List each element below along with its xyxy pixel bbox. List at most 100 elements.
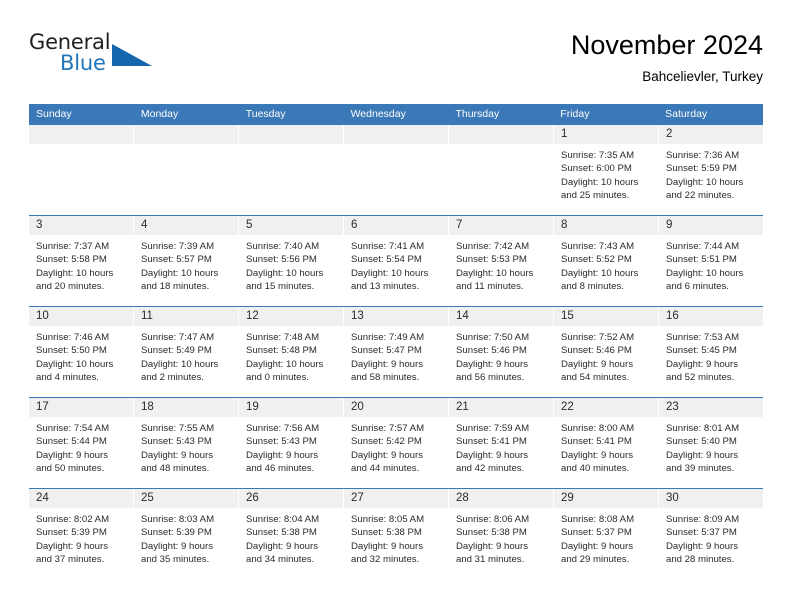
logo-triangle-icon	[112, 44, 152, 66]
calendar-day-cell[interactable]: 10 Sunrise: 7:46 AM Sunset: 5:50 PM Dayligh…	[29, 307, 134, 397]
calendar-day-cell[interactable]: 6 Sunrise: 7:41 AM Sunset: 5:54 PM Daylight…	[344, 216, 449, 306]
daylight-text-line1: Daylight: 9 hours	[351, 540, 423, 552]
calendar-day-cell[interactable]: 25 Sunrise: 8:03 AM Sunset: 5:39 PM Dayligh…	[134, 489, 239, 579]
daylight-text-line1: Daylight: 10 hours	[666, 267, 744, 279]
day-cell-header	[134, 125, 238, 144]
day-number: 16	[666, 310, 679, 322]
calendar-day-cell[interactable]: 2 Sunrise: 7:36 AM Sunset: 5:59 PM Daylight…	[659, 125, 763, 215]
sunrise-text: Sunrise: 7:44 AM	[666, 241, 740, 252]
day-cell-body: Sunrise: 7:36 AM Sunset: 5:59 PM Daylight:…	[659, 144, 763, 203]
sunrise-text: Sunrise: 7:57 AM	[351, 423, 425, 434]
sunrise-text: Sunrise: 7:46 AM	[36, 332, 110, 343]
sunrise-text: Sunrise: 7:47 AM	[141, 332, 215, 343]
calendar-day-cell[interactable]: 19 Sunrise: 7:56 AM Sunset: 5:43 PM Dayligh…	[239, 398, 344, 488]
day-cell-header	[659, 125, 763, 144]
day-number: 22	[561, 401, 574, 413]
daylight-text-line2: and 42 minutes.	[456, 463, 525, 475]
day-cell-body: Sunrise: 7:59 AM Sunset: 5:41 PM Daylight:…	[449, 417, 553, 476]
day-cell-header	[554, 125, 658, 144]
calendar-day-cell[interactable]: 5 Sunrise: 7:40 AM Sunset: 5:56 PM Daylight…	[239, 216, 344, 306]
calendar-day-cell[interactable]: 7 Sunrise: 7:42 AM Sunset: 5:53 PM Daylight…	[449, 216, 554, 306]
calendar-day-cell[interactable]: 13 Sunrise: 7:49 AM Sunset: 5:47 PM Dayligh…	[344, 307, 449, 397]
day-cell-header	[239, 125, 343, 144]
calendar-day-cell-empty	[134, 125, 239, 215]
calendar-day-cell[interactable]: 21 Sunrise: 7:59 AM Sunset: 5:41 PM Dayligh…	[449, 398, 554, 488]
daylight-text-line2: and 6 minutes.	[666, 281, 729, 293]
daylight-text-line2: and 35 minutes.	[141, 554, 210, 566]
day-cell-header	[449, 125, 553, 144]
daylight-text-line2: and 58 minutes.	[351, 372, 420, 384]
daylight-text-line2: and 15 minutes.	[246, 281, 315, 293]
calendar-day-cell[interactable]: 8 Sunrise: 7:43 AM Sunset: 5:52 PM Daylight…	[554, 216, 659, 306]
day-cell-body: Sunrise: 7:43 AM Sunset: 5:52 PM Daylight:…	[554, 235, 658, 294]
day-cell-body: Sunrise: 7:41 AM Sunset: 5:54 PM Daylight:…	[344, 235, 448, 294]
daylight-text-line2: and 18 minutes.	[141, 281, 210, 293]
daylight-text-line1: Daylight: 9 hours	[456, 540, 528, 552]
daylight-text-line2: and 22 minutes.	[666, 190, 735, 202]
daylight-text-line1: Daylight: 10 hours	[141, 267, 219, 279]
weekday-header-saturday: Saturday	[665, 108, 708, 120]
calendar-day-cell[interactable]: 12 Sunrise: 7:48 AM Sunset: 5:48 PM Dayligh…	[239, 307, 344, 397]
day-cell-body: Sunrise: 8:00 AM Sunset: 5:41 PM Daylight:…	[554, 417, 658, 476]
daylight-text-line2: and 2 minutes.	[141, 372, 204, 384]
sunset-text: Sunset: 5:54 PM	[351, 254, 422, 266]
sunrise-text: Sunrise: 7:53 AM	[666, 332, 740, 343]
sunrise-text: Sunrise: 7:49 AM	[351, 332, 425, 343]
calendar-day-cell[interactable]: 27 Sunrise: 8:05 AM Sunset: 5:38 PM Dayligh…	[344, 489, 449, 579]
daylight-text-line2: and 20 minutes.	[36, 281, 105, 293]
sunrise-text: Sunrise: 8:00 AM	[561, 423, 635, 434]
calendar-day-cell[interactable]: 1 Sunrise: 7:35 AM Sunset: 6:00 PM Daylight…	[554, 125, 659, 215]
day-cell-body: Sunrise: 8:02 AM Sunset: 5:39 PM Daylight:…	[29, 508, 133, 567]
day-number: 27	[351, 492, 364, 504]
daylight-text-line1: Daylight: 9 hours	[36, 540, 108, 552]
daylight-text-line1: Daylight: 9 hours	[456, 358, 528, 370]
day-number: 1	[561, 128, 568, 140]
general-blue-logo[interactable]: General Blue	[29, 30, 159, 82]
daylight-text-line2: and 25 minutes.	[561, 190, 630, 202]
calendar-day-cell[interactable]: 3 Sunrise: 7:37 AM Sunset: 5:58 PM Daylight…	[29, 216, 134, 306]
sunrise-text: Sunrise: 8:09 AM	[666, 514, 740, 525]
calendar-day-cell[interactable]: 9 Sunrise: 7:44 AM Sunset: 5:51 PM Daylight…	[659, 216, 763, 306]
calendar-day-cell[interactable]: 16 Sunrise: 7:53 AM Sunset: 5:45 PM Dayligh…	[659, 307, 763, 397]
day-cell-header	[449, 216, 553, 235]
calendar-day-cell[interactable]: 20 Sunrise: 7:57 AM Sunset: 5:42 PM Dayligh…	[344, 398, 449, 488]
daylight-text-line1: Daylight: 10 hours	[36, 358, 114, 370]
daylight-text-line2: and 37 minutes.	[36, 554, 105, 566]
calendar-week-row: 3 Sunrise: 7:37 AM Sunset: 5:58 PM Daylight…	[29, 215, 763, 306]
daylight-text-line1: Daylight: 10 hours	[456, 267, 534, 279]
sunrise-text: Sunrise: 7:42 AM	[456, 241, 530, 252]
calendar-day-cell[interactable]: 17 Sunrise: 7:54 AM Sunset: 5:44 PM Dayligh…	[29, 398, 134, 488]
day-cell-body: Sunrise: 7:52 AM Sunset: 5:46 PM Daylight:…	[554, 326, 658, 385]
calendar-day-cell[interactable]: 30 Sunrise: 8:09 AM Sunset: 5:37 PM Dayligh…	[659, 489, 763, 579]
day-cell-header	[134, 216, 238, 235]
calendar-day-cell[interactable]: 14 Sunrise: 7:50 AM Sunset: 5:46 PM Dayligh…	[449, 307, 554, 397]
page-header: General Blue November 2024 Bahcelievler,…	[29, 28, 763, 96]
calendar-day-cell[interactable]: 29 Sunrise: 8:08 AM Sunset: 5:37 PM Dayligh…	[554, 489, 659, 579]
weekday-header-tuesday: Tuesday	[245, 108, 286, 120]
calendar-day-cell[interactable]: 22 Sunrise: 8:00 AM Sunset: 5:41 PM Dayligh…	[554, 398, 659, 488]
calendar-day-cell[interactable]: 28 Sunrise: 8:06 AM Sunset: 5:38 PM Dayligh…	[449, 489, 554, 579]
day-number: 4	[141, 219, 148, 231]
day-number: 11	[141, 310, 153, 322]
calendar-week-row: 24 Sunrise: 8:02 AM Sunset: 5:39 PM Dayligh…	[29, 488, 763, 579]
calendar-day-cell[interactable]: 15 Sunrise: 7:52 AM Sunset: 5:46 PM Dayligh…	[554, 307, 659, 397]
day-number: 9	[666, 219, 673, 231]
sunrise-text: Sunrise: 7:37 AM	[36, 241, 110, 252]
sunrise-text: Sunrise: 7:39 AM	[141, 241, 215, 252]
daylight-text-line2: and 46 minutes.	[246, 463, 315, 475]
calendar-day-cell[interactable]: 11 Sunrise: 7:47 AM Sunset: 5:49 PM Dayligh…	[134, 307, 239, 397]
daylight-text-line1: Daylight: 10 hours	[561, 267, 639, 279]
daylight-text-line1: Daylight: 9 hours	[351, 358, 423, 370]
day-number: 5	[246, 219, 253, 231]
daylight-text-line1: Daylight: 10 hours	[666, 176, 744, 188]
daylight-text-line2: and 54 minutes.	[561, 372, 630, 384]
daylight-text-line1: Daylight: 10 hours	[561, 176, 639, 188]
calendar-day-cell[interactable]: 23 Sunrise: 8:01 AM Sunset: 5:40 PM Dayligh…	[659, 398, 763, 488]
calendar-day-cell[interactable]: 24 Sunrise: 8:02 AM Sunset: 5:39 PM Dayligh…	[29, 489, 134, 579]
calendar-day-cell[interactable]: 18 Sunrise: 7:55 AM Sunset: 5:43 PM Dayligh…	[134, 398, 239, 488]
calendar-day-cell[interactable]: 26 Sunrise: 8:04 AM Sunset: 5:38 PM Dayligh…	[239, 489, 344, 579]
calendar-day-cell[interactable]: 4 Sunrise: 7:39 AM Sunset: 5:57 PM Daylight…	[134, 216, 239, 306]
day-cell-body: Sunrise: 7:44 AM Sunset: 5:51 PM Daylight:…	[659, 235, 763, 294]
sunset-text: Sunset: 5:41 PM	[456, 436, 527, 448]
sunrise-text: Sunrise: 8:05 AM	[351, 514, 425, 525]
